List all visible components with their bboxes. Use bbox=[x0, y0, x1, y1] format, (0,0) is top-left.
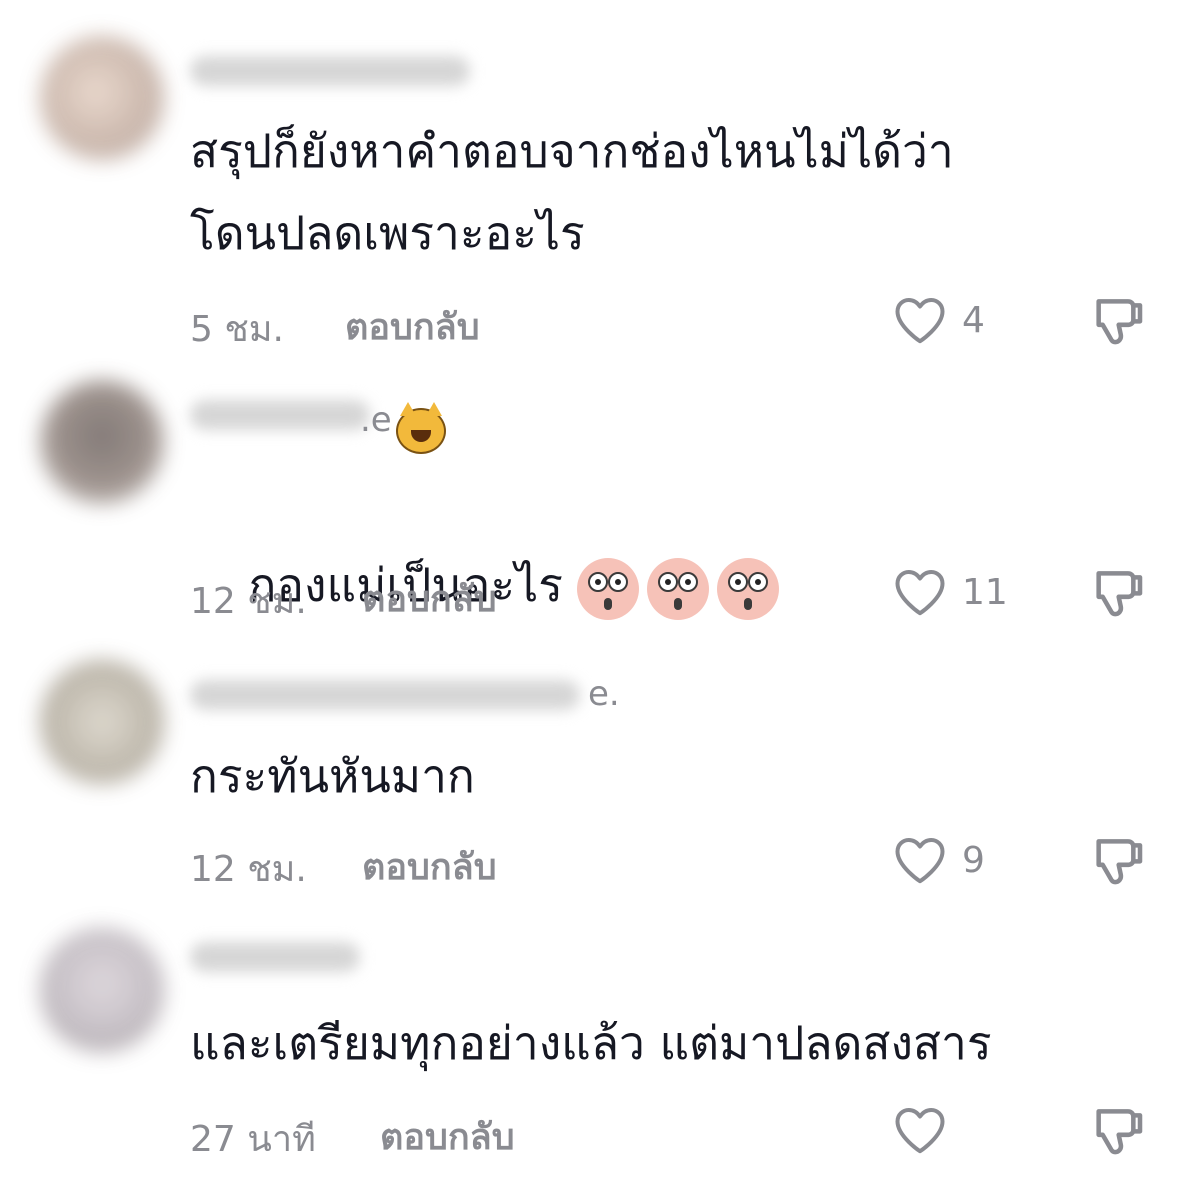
avatar[interactable] bbox=[40, 380, 164, 504]
reply-button[interactable]: ตอบกลับ bbox=[345, 298, 480, 355]
avatar[interactable] bbox=[40, 660, 164, 784]
reply-button[interactable]: ตอบกลับ bbox=[362, 570, 497, 627]
thumbs-down-icon[interactable] bbox=[1088, 288, 1152, 352]
comment-time: 12 ชม. bbox=[190, 849, 307, 890]
comment-time: 27 นาที bbox=[190, 1119, 316, 1160]
shocked-face-icon bbox=[576, 557, 639, 620]
comment-text: สรุปก็ยังหาคำตอบจากช่องไหนไม่ได้ว่า โดนป… bbox=[190, 124, 954, 260]
thumbs-down-icon[interactable] bbox=[1088, 828, 1152, 892]
heart-icon[interactable] bbox=[890, 830, 950, 890]
heart-icon[interactable] bbox=[890, 290, 950, 350]
username[interactable] bbox=[190, 942, 360, 972]
like-count: 9 bbox=[962, 840, 985, 881]
like-count: 4 bbox=[962, 300, 985, 341]
username[interactable] bbox=[190, 400, 370, 430]
shocked-face-icon bbox=[716, 557, 779, 620]
comment-time: 12 ชม. bbox=[190, 581, 307, 622]
reply-button[interactable]: ตอบกลับ bbox=[362, 838, 497, 895]
cat-mouth bbox=[411, 430, 431, 442]
avatar[interactable] bbox=[40, 928, 164, 1052]
heart-icon[interactable] bbox=[890, 1100, 950, 1160]
thumbs-down-icon[interactable] bbox=[1088, 1098, 1152, 1162]
shocked-face-icon bbox=[646, 557, 709, 620]
cat-emoji-icon bbox=[396, 402, 446, 454]
username-tail: e. bbox=[588, 674, 620, 714]
comment-time: 5 ชม. bbox=[190, 309, 284, 350]
thumbs-down-icon[interactable] bbox=[1088, 560, 1152, 624]
avatar[interactable] bbox=[40, 36, 164, 160]
reply-button[interactable]: ตอบกลับ bbox=[380, 1108, 515, 1165]
comment-text: กองแม่เป็นอะไร bbox=[190, 462, 1090, 708]
emoji-row bbox=[576, 557, 779, 620]
username[interactable] bbox=[190, 56, 470, 86]
username[interactable] bbox=[190, 680, 580, 710]
comment-text: กระทันหันมาก bbox=[190, 749, 475, 803]
username-tail: .e bbox=[360, 400, 392, 440]
like-count: 11 bbox=[962, 572, 1008, 613]
comment-text: และเตรียมทุกอย่างแล้ว แต่มาปลดสงสาร bbox=[190, 1016, 992, 1070]
heart-icon[interactable] bbox=[890, 562, 950, 622]
